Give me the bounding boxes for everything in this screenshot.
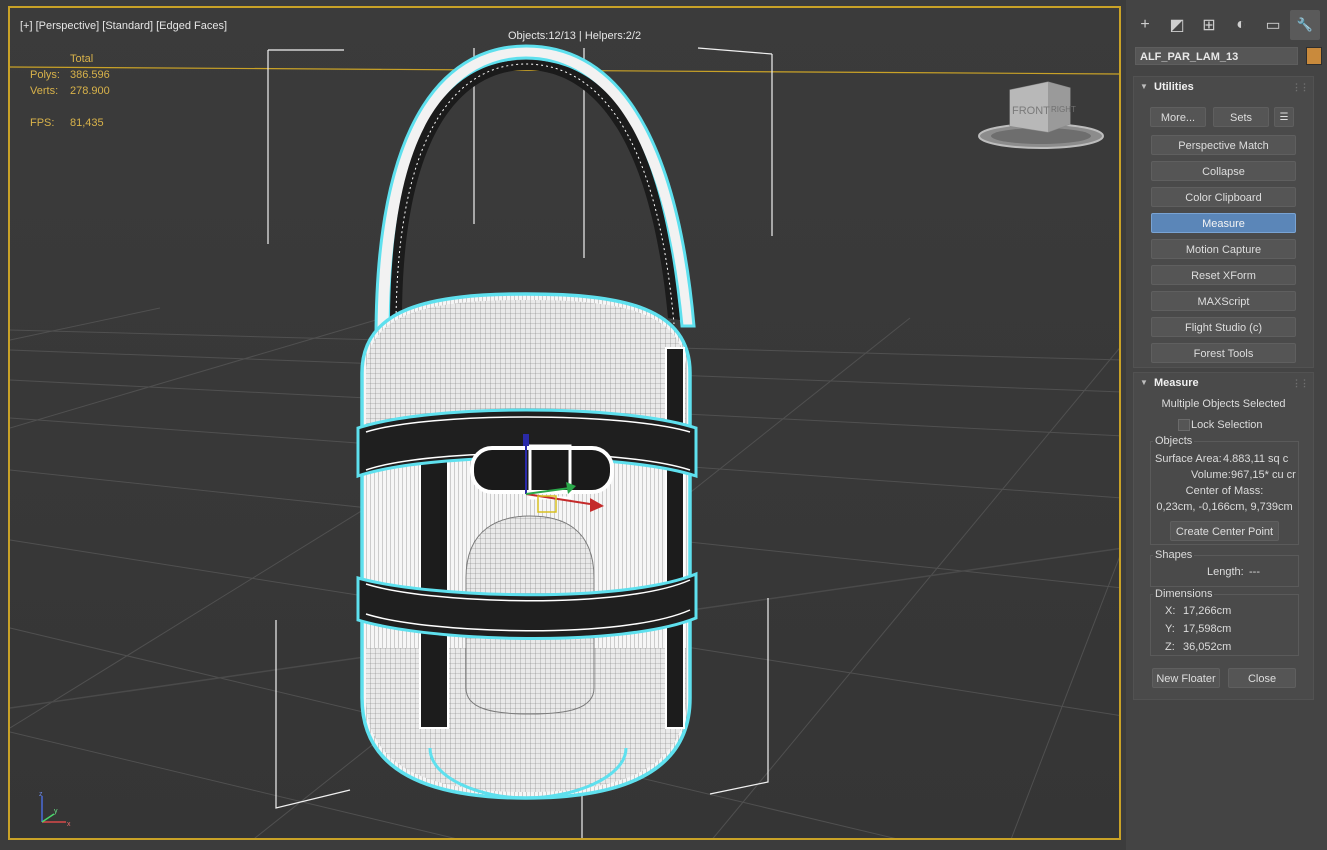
more-button[interactable]: More...: [1150, 107, 1206, 127]
stats-header: Total: [70, 53, 94, 65]
fps-label: FPS:: [30, 117, 55, 129]
viewport-label-menu[interactable]: [+] [Perspective] [Standard] [Edged Face…: [20, 20, 227, 32]
create-center-point-button[interactable]: Create Center Point: [1170, 521, 1279, 541]
close-button[interactable]: Close: [1228, 668, 1296, 688]
length-label: Length:: [1207, 566, 1244, 578]
objects-group: Objects Surface Area: 4.883,11 sq c Volu…: [1150, 435, 1299, 545]
new-floater-button[interactable]: New Floater: [1152, 668, 1220, 688]
lock-selection-label[interactable]: Lock Selection: [1191, 419, 1263, 431]
viewport-style-menu[interactable]: [Edged Faces]: [156, 20, 227, 32]
volume-label: Volume:: [1191, 469, 1231, 481]
sets-button[interactable]: Sets: [1213, 107, 1269, 127]
polys-label: Polys:: [30, 69, 60, 81]
viewcube-icon[interactable]: FRONT RIGHT: [978, 80, 1104, 152]
selection-status: Multiple Objects Selected: [1161, 398, 1286, 410]
dimension-z-label: Z:: [1165, 641, 1175, 653]
create-tab[interactable]: +: [1130, 10, 1160, 40]
motion-tab[interactable]: ◐: [1226, 10, 1256, 40]
dimension-y-value: 17,598cm: [1183, 623, 1232, 635]
objects-group-title: Objects: [1153, 435, 1195, 447]
viewport-view-menu[interactable]: [Perspective]: [36, 20, 100, 32]
viewport-frame[interactable]: [+] [Perspective] [Standard] [Edged Face…: [8, 6, 1121, 840]
dimension-x-value: 17,266cm: [1183, 605, 1232, 617]
dimensions-group: Dimensions X: 17,266cm Y: 17,598cm Z: 36…: [1150, 588, 1299, 656]
object-name-field[interactable]: ALF_PAR_LAM_13: [1135, 47, 1298, 65]
forest-tools-button[interactable]: Forest Tools: [1151, 343, 1296, 363]
surface-area-value: 4.883,11 sq c: [1223, 453, 1289, 465]
flight-studio-button[interactable]: Flight Studio (c): [1151, 317, 1296, 337]
measure-rollout-header[interactable]: ▼ Measure ⋮⋮: [1134, 373, 1313, 393]
surface-area-label: Surface Area:: [1155, 453, 1222, 465]
lock-selection-checkbox[interactable]: [1178, 419, 1190, 431]
verts-label: Verts:: [30, 85, 59, 97]
utilities-rollout-header[interactable]: ▼ Utilities ⋮⋮: [1134, 77, 1313, 97]
utilities-icon: 🔧: [1296, 17, 1314, 32]
lantern-body: [360, 292, 692, 800]
shapes-group: Shapes Length: ---: [1150, 549, 1299, 587]
utilities-rollout: ▼ Utilities ⋮⋮ More... Sets ☰ Perspectiv…: [1133, 76, 1314, 368]
viewcube-front-label[interactable]: FRONT: [1012, 105, 1050, 117]
utilities-title: Utilities: [1154, 81, 1194, 93]
dimensions-group-title: Dimensions: [1153, 588, 1215, 600]
motion-capture-button[interactable]: Motion Capture: [1151, 239, 1296, 259]
collapse-arrow-icon: ▼: [1140, 82, 1148, 91]
utilities-tab[interactable]: 🔧: [1290, 10, 1320, 40]
shapes-group-title: Shapes: [1153, 549, 1195, 561]
modify-tab[interactable]: ◩: [1162, 10, 1192, 40]
polys-value: 386.596: [70, 69, 110, 81]
axis-tripod-icon: z x y: [39, 791, 71, 828]
scene-statistics: Total Polys: 386.596 Verts: 278.900 FPS: 81…: [30, 51, 110, 131]
reset-xform-button[interactable]: Reset XForm: [1151, 265, 1296, 285]
maxscript-button[interactable]: MAXScript: [1151, 291, 1296, 311]
viewcube-right-label[interactable]: RIGHT: [1051, 105, 1076, 114]
command-panel-tabs: + ◩ ⊞ ◐ ▭ 🔧: [1130, 10, 1327, 42]
viewport-general-menu[interactable]: [+]: [20, 20, 33, 32]
verts-value: 278.900: [70, 85, 110, 97]
perspective-viewport[interactable]: [+] [Perspective] [Standard] [Edged Face…: [0, 0, 1126, 850]
fps-value: 81,435: [70, 117, 104, 129]
motion-icon: ◐: [1236, 16, 1246, 33]
grip-icon: ⋮⋮: [1292, 82, 1309, 92]
configure-sets-icon[interactable]: ☰: [1274, 107, 1294, 127]
axis-x-label: x: [67, 821, 71, 828]
dimension-z-value: 36,052cm: [1183, 641, 1232, 653]
axis-z-label: z: [39, 791, 43, 798]
length-value: ---: [1249, 566, 1260, 578]
measure-rollout: ▼ Measure ⋮⋮ Multiple Objects Selected L…: [1133, 372, 1314, 700]
collapse-arrow-icon: ▼: [1140, 378, 1148, 387]
object-counter: Objects:12/13 | Helpers:2/2: [508, 30, 642, 42]
display-icon: ▭: [1265, 17, 1281, 34]
viewport-shading-menu[interactable]: [Standard]: [102, 20, 153, 32]
dimension-x-label: X:: [1165, 605, 1176, 617]
center-of-mass-label: Center of Mass:: [1185, 485, 1264, 497]
modify-icon: ◩: [1169, 17, 1185, 34]
color-clipboard-button[interactable]: Color Clipboard: [1151, 187, 1296, 207]
scene-render[interactable]: [10, 8, 1121, 840]
measure-title: Measure: [1154, 377, 1199, 389]
center-of-mass-value: 0,23cm, -0,166cm, 9,739cm: [1156, 501, 1293, 513]
grip-icon: ⋮⋮: [1292, 378, 1309, 388]
plus-icon: +: [1140, 16, 1150, 33]
hierarchy-tab[interactable]: ⊞: [1194, 10, 1224, 40]
command-panel: + ◩ ⊞ ◐ ▭ 🔧 ALF_PAR_LAM_13 ▼ Utilities ⋮…: [1130, 0, 1327, 850]
volume-value: 967,15* cu cr: [1231, 469, 1296, 481]
perspective-match-button[interactable]: Perspective Match: [1151, 135, 1296, 155]
measure-button[interactable]: Measure: [1151, 213, 1296, 233]
collapse-button[interactable]: Collapse: [1151, 161, 1296, 181]
object-color-swatch[interactable]: [1306, 47, 1322, 65]
display-tab[interactable]: ▭: [1258, 10, 1288, 40]
hierarchy-icon: ⊞: [1202, 17, 1216, 34]
dimension-y-label: Y:: [1165, 623, 1175, 635]
axis-y-label: y: [54, 808, 58, 815]
